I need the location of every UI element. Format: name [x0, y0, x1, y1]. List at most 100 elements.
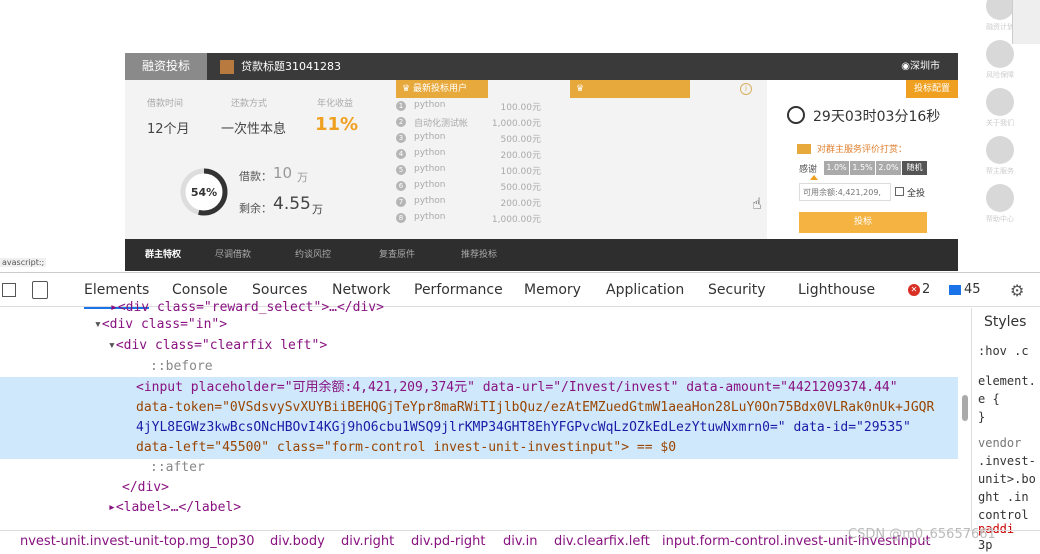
style-rule-line: control — [978, 508, 1029, 522]
tree-line-clearfix[interactable]: ▾<div class="clearfix left"> — [0, 336, 970, 356]
gift-icon — [797, 144, 811, 154]
info-icon[interactable]: i — [740, 83, 752, 95]
remain-unit: 万 — [312, 203, 323, 216]
input-line-3: 4jYL8EGWz3kwBcsONcHBOvI4KGj9hO6cbu1WSQ9j… — [136, 420, 911, 435]
div-clearfix-tag: <div class="clearfix left"> — [115, 338, 328, 353]
styles-tab[interactable]: Styles — [984, 314, 1026, 330]
user-amount: 200.00元 — [500, 151, 542, 161]
sidebar-label: 帮主服务 — [986, 167, 1014, 175]
breadcrumb-item[interactable]: div.pd-right — [411, 531, 485, 553]
user-amount: 100.00元 — [500, 103, 542, 113]
countdown: 29天03时03分16秒 — [813, 109, 941, 125]
tip-options: 1.0% 1.5% 2.0% 随机 — [824, 161, 928, 175]
config-tag: 投标配置 — [906, 80, 958, 98]
tip-option[interactable]: 1.0% — [824, 161, 849, 175]
breadcrumb-item[interactable]: div.clearfix.left — [554, 531, 650, 553]
status-url: avascript:; — [0, 258, 47, 267]
bottom-tab[interactable]: 复查原件 — [379, 239, 415, 271]
period-label: 借款时间 — [147, 99, 184, 109]
bottom-tab[interactable]: 约谈风控 — [295, 239, 331, 271]
style-rule-line: } — [978, 410, 986, 424]
label-node[interactable]: ▸<label>…</label> — [0, 498, 970, 518]
progress-label: 54% — [191, 186, 217, 199]
user-row: 6 python 500.00元 — [384, 180, 544, 196]
invest-topbar: 融资投标 贷款标题31041283 ◉深圳市 — [125, 53, 958, 80]
award-icon-2: ♛ — [576, 84, 585, 94]
all-checkbox[interactable] — [895, 187, 904, 196]
sidebar-icon[interactable] — [986, 136, 1014, 164]
rank-badge: 2 — [396, 117, 406, 127]
breadcrumb-item[interactable]: nvest-unit.invest-unit-top.mg_top30 — [20, 531, 255, 553]
after-pseudo[interactable]: ::after — [0, 458, 970, 478]
rate-value: 11% — [315, 114, 359, 135]
input-line-1: <input placeholder="可用余额:4,421,209,374元"… — [136, 380, 898, 395]
rate-service-label: 对群主服务评价打赏： — [817, 145, 908, 155]
method-value: 一次性本息 — [221, 122, 287, 137]
user-row: 5 python 100.00元 — [384, 164, 544, 180]
style-rule-line: vendor — [978, 436, 1022, 450]
latest-users-title: 最新投标用户 — [412, 84, 467, 94]
user-name: python — [414, 164, 446, 174]
tip-option[interactable]: 1.5% — [850, 161, 875, 175]
latest-users-ribbon: ♛ 最新投标用户 — [396, 80, 488, 98]
style-rule-line: unit>.bo — [978, 472, 1036, 486]
bottom-tab[interactable]: 推荐投标 — [461, 239, 497, 271]
city-label: ◉深圳市 — [901, 61, 940, 72]
breadcrumb-item[interactable]: div.right — [341, 531, 394, 553]
user-name: python — [414, 212, 446, 222]
user-name: python — [414, 132, 446, 142]
sidebar-icon[interactable] — [986, 0, 1014, 20]
device-toggle-icon[interactable] — [32, 281, 48, 299]
inspect-icon[interactable] — [2, 283, 16, 297]
remain-label: 剩余： — [239, 202, 272, 215]
bottom-tab[interactable]: 尽调借款 — [215, 239, 251, 271]
breadcrumb-item[interactable]: div.body — [270, 531, 325, 553]
user-name: python — [414, 196, 446, 206]
scroll-widget[interactable] — [1012, 0, 1040, 44]
tip-option[interactable]: 随机 — [902, 161, 927, 175]
settings-gear-icon[interactable]: ⚙ — [1010, 281, 1024, 300]
sidebar-icon[interactable] — [986, 184, 1014, 212]
expand-arrow-icon-2[interactable]: ▾ — [108, 338, 116, 353]
bid-panel: 投标配置 29天03时03分16秒 对群主服务评价打赏： 感谢 1.0% 1.5%… — [767, 80, 958, 239]
sidebar-icon[interactable] — [986, 40, 1014, 68]
rank-badge: 4 — [396, 149, 406, 159]
error-icon: ✕ — [908, 284, 920, 296]
tip-option[interactable]: 2.0% — [876, 161, 901, 175]
expand-arrow-icon[interactable]: ▾ — [94, 317, 102, 332]
invest-amount-input[interactable] — [799, 183, 891, 201]
user-amount: 500.00元 — [500, 183, 542, 193]
user-name: python — [414, 100, 446, 110]
user-row: 8 python 1,000.00元 — [384, 212, 544, 228]
style-rule-line: element. — [978, 374, 1036, 388]
bid-button[interactable]: 投标 — [799, 212, 927, 233]
message-icon — [949, 285, 961, 295]
user-name: 自动化测试帐 — [414, 119, 469, 129]
close-div[interactable]: </div> — [0, 478, 970, 498]
tree-line-in[interactable]: ▾<div class="in"> — [0, 315, 970, 335]
user-amount: 1,000.00元 — [491, 119, 541, 129]
bottom-tab[interactable]: 群主特权 — [145, 239, 181, 271]
style-rule-line: :hov .c — [978, 344, 1029, 358]
user-row: 1 python 100.00元 — [384, 100, 544, 116]
borrow-label: 借款： — [239, 170, 272, 183]
thanks-label: 感谢 — [799, 165, 818, 175]
remain-value: 4.55 — [273, 194, 311, 214]
user-amount: 200.00元 — [500, 199, 542, 209]
breadcrumb-item[interactable]: div.in — [503, 531, 538, 553]
rank-badge: 8 — [396, 213, 406, 223]
style-rule-line: .invest- — [978, 454, 1036, 468]
rank-badge: 7 — [396, 197, 406, 207]
user-amount: 500.00元 — [500, 135, 542, 145]
sidebar-icon[interactable] — [986, 88, 1014, 116]
before-pseudo[interactable]: ::before — [0, 357, 970, 377]
watermark: CSDN @m0_65657661 — [848, 527, 996, 542]
user-name: python — [414, 148, 446, 158]
scrollbar-thumb[interactable] — [962, 395, 968, 421]
borrow-unit: 万 — [297, 171, 308, 184]
web-page: 融资投标 贷款标题31041283 ◉深圳市 借款时间 还款方式 年化收益 12… — [0, 0, 1040, 272]
invest-panel: 融资投标 贷款标题31041283 ◉深圳市 借款时间 还款方式 年化收益 12… — [125, 53, 958, 271]
rank-badge: 5 — [396, 165, 406, 175]
invest-bottom-tabs: 群主特权 尽调借款 约谈风控 复查原件 推荐投标 — [125, 239, 958, 271]
loan-title: 贷款标题31041283 — [241, 60, 341, 73]
